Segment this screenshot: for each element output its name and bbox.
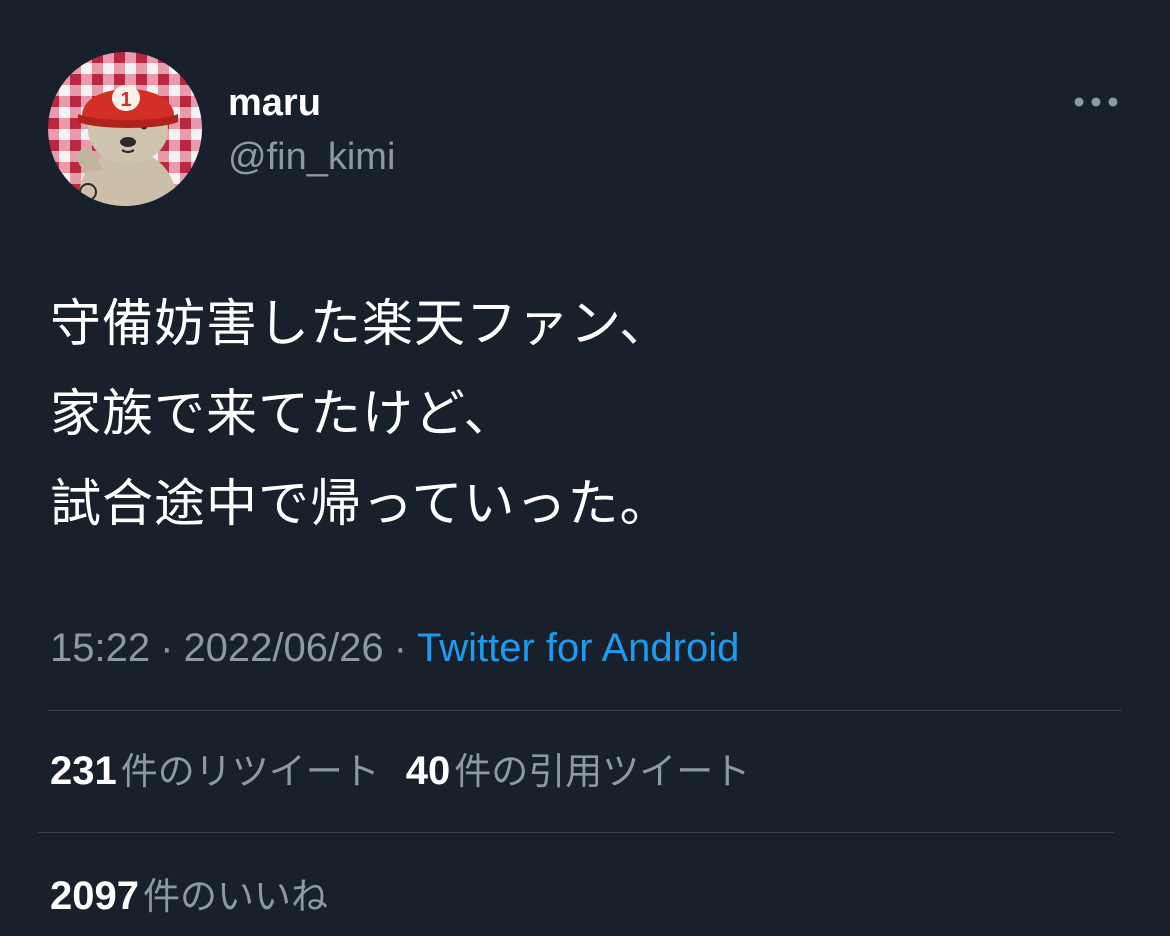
- tweet-source-link[interactable]: Twitter for Android: [417, 626, 739, 670]
- engagement-stats-row: 231 件のリツイート 40 件の引用ツイート: [50, 743, 776, 800]
- meta-separator: ·: [393, 626, 407, 670]
- tweet-time[interactable]: 15:22: [50, 626, 150, 670]
- likes-stats-row: 2097 件のいいね: [50, 868, 354, 925]
- tweet-date[interactable]: 2022/06/26: [183, 626, 383, 670]
- quotes-stat[interactable]: 40 件の引用ツイート: [406, 743, 751, 800]
- likes-label: 件のいいね: [142, 875, 328, 918]
- quotes-label: 件の引用ツイート: [454, 750, 751, 793]
- retweets-stat[interactable]: 231 件のリツイート: [50, 743, 380, 800]
- svg-text:1: 1: [120, 89, 131, 111]
- display-name[interactable]: maru: [228, 78, 321, 128]
- likes-stat[interactable]: 2097 件のいいね: [50, 868, 328, 925]
- quotes-count: 40: [405, 749, 451, 793]
- divider: [38, 832, 1114, 833]
- bear-avatar-image: 1: [48, 52, 202, 206]
- retweets-count: 231: [50, 749, 117, 793]
- tweet-text-line: 試合途中で帰っていった。: [50, 475, 672, 534]
- more-horizontal-icon: [1074, 97, 1118, 107]
- tweet-text-line: 守備妨害した楽天ファン、: [50, 295, 671, 354]
- more-options-button[interactable]: [1064, 82, 1128, 122]
- tweet-text-line: 家族で来てたけど、: [50, 385, 516, 444]
- likes-count: 2097: [50, 874, 139, 918]
- tweet-text: 守備妨害した楽天ファン、 家族で来てたけど、 試合途中で帰っていった。: [50, 280, 1110, 550]
- avatar[interactable]: 1: [48, 52, 202, 206]
- user-handle[interactable]: @fin_kimi: [228, 132, 395, 182]
- retweets-label: 件のリツイート: [120, 750, 380, 793]
- meta-separator: ·: [160, 626, 174, 670]
- tweet-meta: 15:22 · 2022/06/26 · Twitter for Android: [50, 620, 739, 676]
- divider: [48, 710, 1122, 711]
- tweet-detail: 1 maru @fin_kimi 守備妨害した楽天ファン、 家族で来てたけど、 …: [0, 0, 1170, 936]
